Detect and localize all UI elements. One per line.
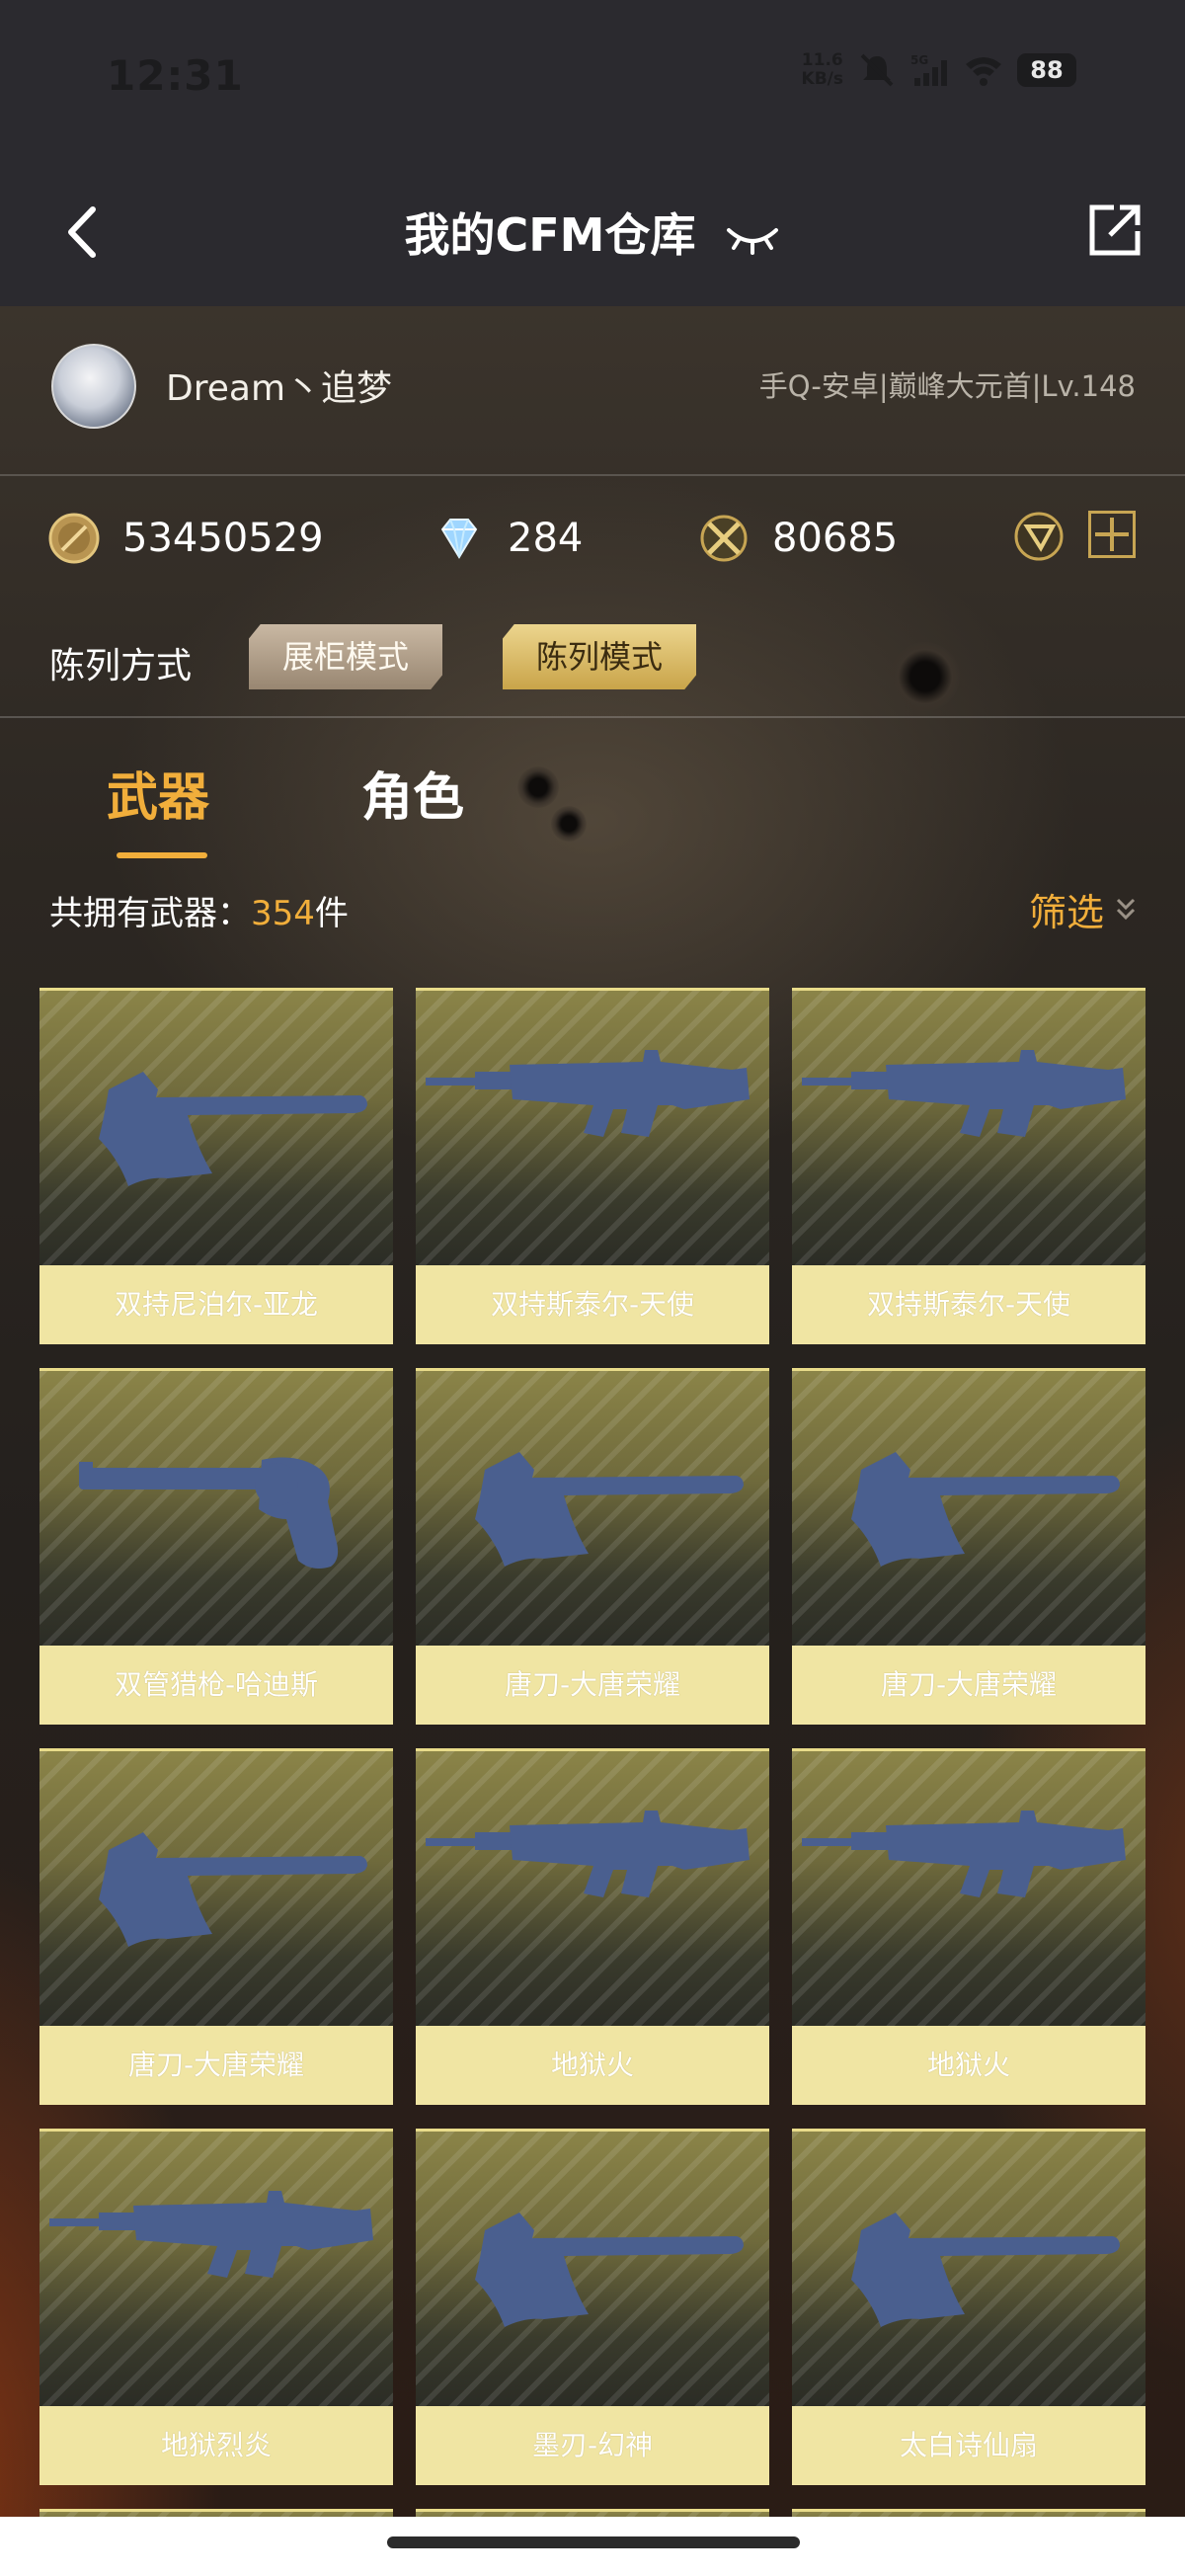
honor-currency: 80685: [697, 499, 898, 578]
gold-currency: 53450529: [47, 499, 324, 578]
network-speed-unit: KB/s: [801, 69, 843, 89]
rifle-icon: [426, 1050, 750, 1137]
weapon-name: 墨刃-幻神: [416, 2406, 769, 2485]
rifle-icon: [49, 2191, 373, 2278]
weapon-name: 双管猎枪-哈迪斯: [40, 1646, 393, 1725]
category-tabs: 武器 角色: [0, 746, 1185, 864]
weapon-card[interactable]: 唐刀-大唐荣耀: [416, 1368, 769, 1725]
weapon-name: 唐刀-大唐荣耀: [416, 1646, 769, 1725]
weapon-image: [792, 1371, 1146, 1646]
status-bar: 12:31 11.6 KB/s 5G 88: [0, 0, 1185, 158]
weapon-card[interactable]: 双持斯泰尔-天使: [416, 988, 769, 1344]
weapon-image: [40, 991, 393, 1265]
weapon-card[interactable]: 墨刃-幻神: [416, 2129, 769, 2485]
weapon-count: 共拥有武器：354件: [49, 886, 349, 934]
axe-icon: [99, 1072, 367, 1186]
weapon-image: [792, 1751, 1146, 2026]
network-type: 5G: [910, 53, 928, 67]
weapon-name: 唐刀-大唐荣耀: [792, 1646, 1146, 1725]
weapon-count-unit: 件: [314, 894, 349, 933]
weapon-image: [416, 991, 769, 1265]
home-indicator[interactable]: [387, 2536, 800, 2548]
top-app-bar: 我的CFM仓库: [0, 158, 1185, 306]
weapon-card[interactable]: 地狱烈炎: [40, 2129, 393, 2485]
weapon-name: 地狱烈炎: [40, 2406, 393, 2485]
honor-value: 80685: [772, 516, 899, 561]
gold-value: 53450529: [122, 516, 324, 561]
display-mode-label: 陈列方式: [49, 646, 193, 686]
axe-icon: [851, 2213, 1120, 2327]
network-speed: 11.6 KB/s: [802, 51, 843, 89]
weapon-card[interactable]: 双持斯泰尔-天使: [792, 988, 1146, 1344]
weapon-card[interactable]: 太白诗仙扇: [792, 2129, 1146, 2485]
weapon-image: [40, 2132, 393, 2406]
revolver-icon: [79, 1457, 339, 1569]
axe-icon: [475, 1452, 744, 1567]
axe-icon: [475, 2213, 744, 2327]
weapon-name: 地狱火: [792, 2026, 1146, 2105]
diamond-icon: [440, 519, 478, 559]
rifle-icon: [802, 1050, 1126, 1137]
weapon-image: [792, 991, 1146, 1265]
bell-muted-icon: [860, 53, 894, 87]
battery-indicator: 88: [1017, 53, 1076, 87]
rifle-icon: [802, 1811, 1126, 1897]
active-tab-indicator: [117, 852, 207, 858]
rifle-icon: [426, 1811, 750, 1897]
profile-row: Dream丶追梦 手Q-安卓|巅峰大元首|Lv.148: [0, 308, 1185, 476]
axe-icon: [851, 1452, 1120, 1567]
weapon-count-label: 共拥有武器：: [49, 894, 251, 933]
weapon-name: 太白诗仙扇: [792, 2406, 1146, 2485]
weapon-count-value: 354: [251, 894, 315, 933]
weapon-name: 地狱火: [416, 2026, 769, 2105]
filter-label: 筛选: [1028, 891, 1104, 934]
currency-row: 53450529 284 80685: [0, 499, 1185, 578]
diamond-currency: 284: [433, 499, 583, 578]
network-speed-value: 11.6: [801, 50, 843, 70]
wifi-icon: [966, 57, 1001, 86]
filter-button[interactable]: 筛选: [1029, 882, 1138, 936]
weapon-card[interactable]: 地狱火: [792, 1748, 1146, 2105]
weapon-card[interactable]: 唐刀-大唐荣耀: [40, 1748, 393, 2105]
weapon-card[interactable]: 双持尼泊尔-亚龙: [40, 988, 393, 1344]
weapon-card[interactable]: 地狱火: [416, 1748, 769, 2105]
crossed-swords-icon: [700, 515, 748, 562]
weapon-image: [416, 1751, 769, 2026]
weapon-image: [416, 1371, 769, 1646]
tab-characters[interactable]: 角色: [361, 756, 464, 830]
weapon-name: 唐刀-大唐荣耀: [40, 2026, 393, 2105]
weapon-card[interactable]: 双管猎枪-哈迪斯: [40, 1368, 393, 1725]
emblem-icon[interactable]: [1013, 511, 1065, 562]
server-info: 手Q-安卓|巅峰大元首|Lv.148: [758, 369, 1136, 403]
display-mode-row: 陈列方式 展柜模式 陈列模式: [0, 617, 1185, 718]
system-nav-bar: [0, 2517, 1185, 2576]
weapon-name: 双持尼泊尔-亚龙: [40, 1265, 393, 1344]
double-chevron-down-icon: [1116, 898, 1136, 920]
weapon-name: 双持斯泰尔-天使: [416, 1265, 769, 1344]
page-title: 我的CFM仓库: [0, 200, 1185, 265]
weapon-name: 双持斯泰尔-天使: [792, 1265, 1146, 1344]
share-external-icon[interactable]: [1084, 200, 1146, 261]
signal-5g-icon: 5G: [910, 53, 947, 86]
add-currency-button[interactable]: [1088, 511, 1136, 558]
page-title-text: 我的CFM仓库: [404, 208, 696, 262]
avatar[interactable]: [51, 344, 136, 429]
weapon-image: [792, 2132, 1146, 2406]
status-time: 12:31: [107, 51, 244, 100]
eye-closed-icon[interactable]: [725, 222, 780, 256]
showcase-mode-button[interactable]: 展柜模式: [249, 624, 442, 689]
weapon-card[interactable]: 唐刀-大唐荣耀: [792, 1368, 1146, 1725]
weapon-image: [416, 2132, 769, 2406]
weapon-image: [40, 1751, 393, 2026]
status-icons: 11.6 KB/s 5G 88: [802, 51, 1076, 89]
weapon-image: [40, 1371, 393, 1646]
axe-icon: [99, 1832, 367, 1947]
gold-coin-icon: [48, 513, 100, 564]
list-mode-button[interactable]: 陈列模式: [503, 624, 696, 689]
diamond-value: 284: [508, 516, 584, 561]
username: Dream丶追梦: [166, 368, 393, 409]
tab-weapons[interactable]: 武器: [107, 756, 209, 830]
